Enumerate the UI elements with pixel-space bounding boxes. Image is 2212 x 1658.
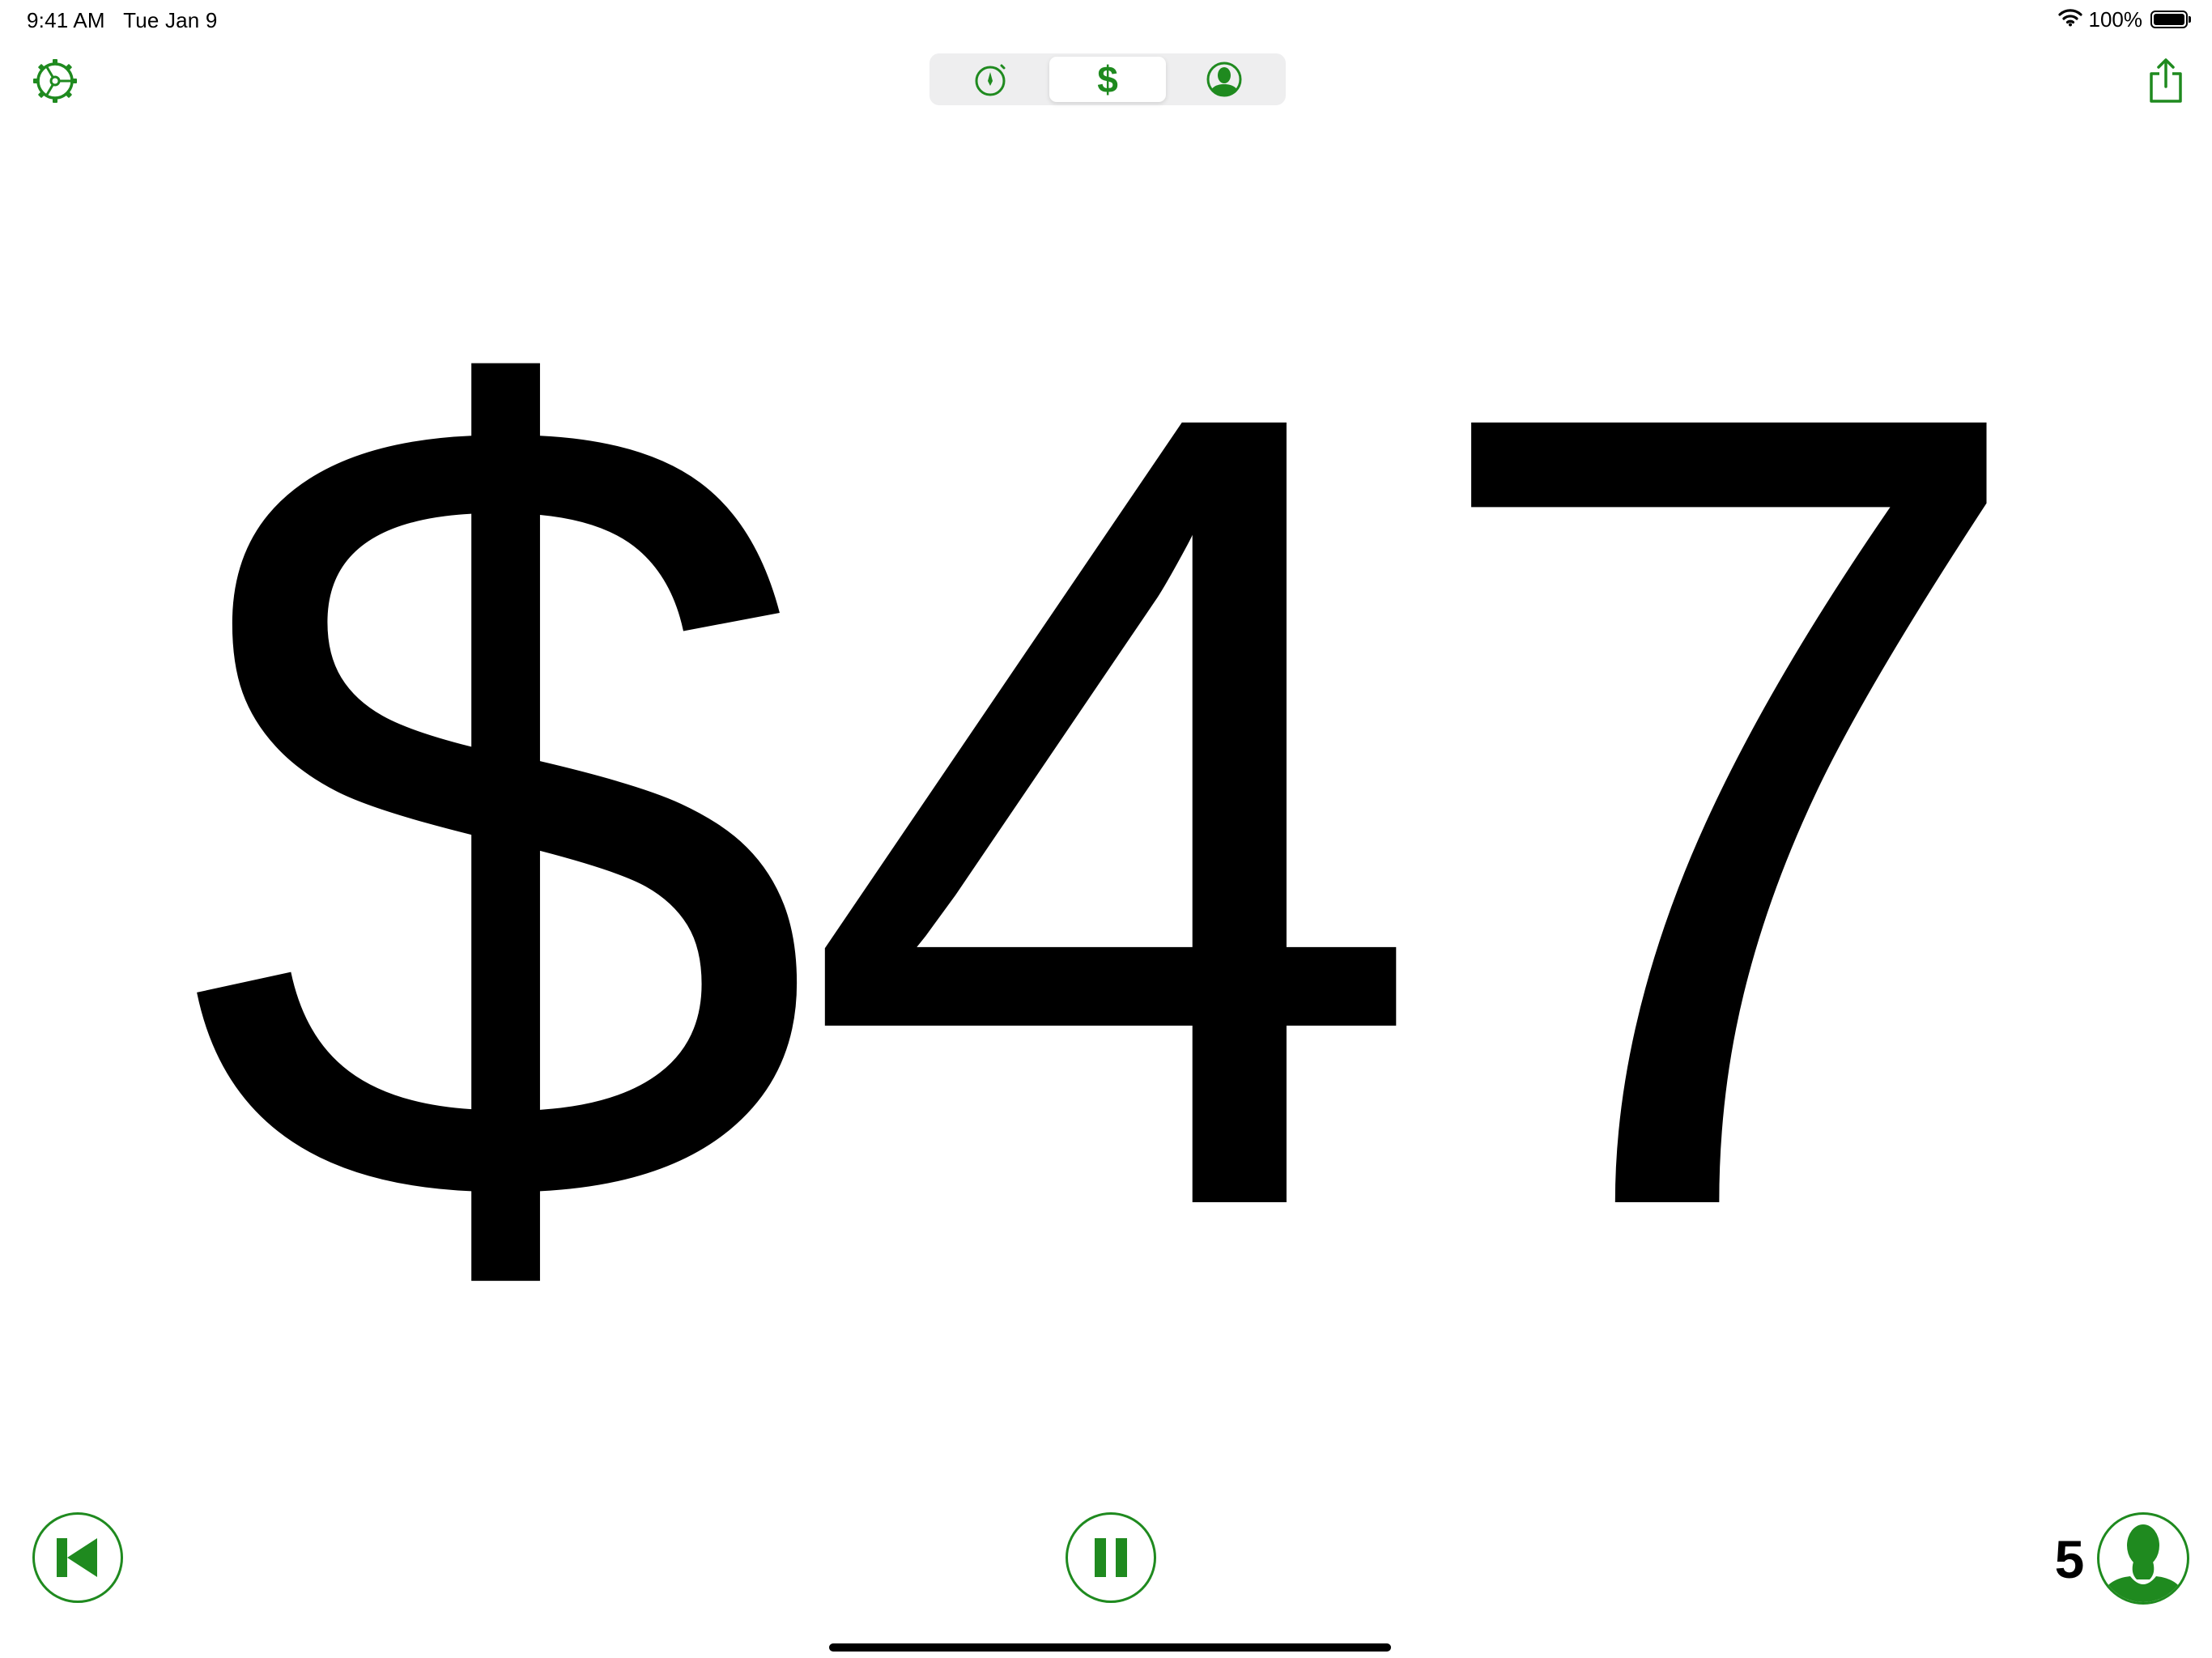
mode-segmented-control: $: [929, 53, 1286, 105]
share-button[interactable]: [2138, 50, 2194, 112]
timer-icon: [975, 64, 1006, 96]
gear-icon: [33, 59, 77, 103]
people-button[interactable]: [2097, 1512, 2189, 1605]
settings-button[interactable]: [26, 52, 84, 110]
segment-person[interactable]: [1166, 57, 1283, 102]
wifi-icon: [2057, 7, 2082, 32]
home-indicator[interactable]: [829, 1643, 1391, 1652]
status-indicators: 100%: [2057, 6, 2191, 32]
segment-dollar[interactable]: $: [1049, 57, 1166, 102]
skip-back-icon: [57, 1538, 97, 1577]
dollar-icon: $: [1097, 58, 1118, 100]
segment-timer[interactable]: [933, 57, 1049, 102]
pause-icon: [1095, 1538, 1127, 1577]
status-date: Tue Jan 9: [123, 8, 218, 32]
person-icon: [2099, 1524, 2187, 1602]
status-time-date: 9:41 AM Tue Jan 9: [27, 8, 218, 33]
people-count: 5: [2054, 1529, 2085, 1589]
amount-display: $47: [185, 176, 2044, 1443]
person-icon: [1206, 62, 1242, 97]
pause-button[interactable]: [1066, 1512, 1156, 1603]
battery-percent: 100%: [2088, 6, 2143, 32]
battery-icon: [2150, 11, 2191, 28]
status-time: 9:41 AM: [27, 8, 105, 32]
share-icon: [2150, 58, 2182, 103]
rewind-button[interactable]: [32, 1512, 123, 1603]
